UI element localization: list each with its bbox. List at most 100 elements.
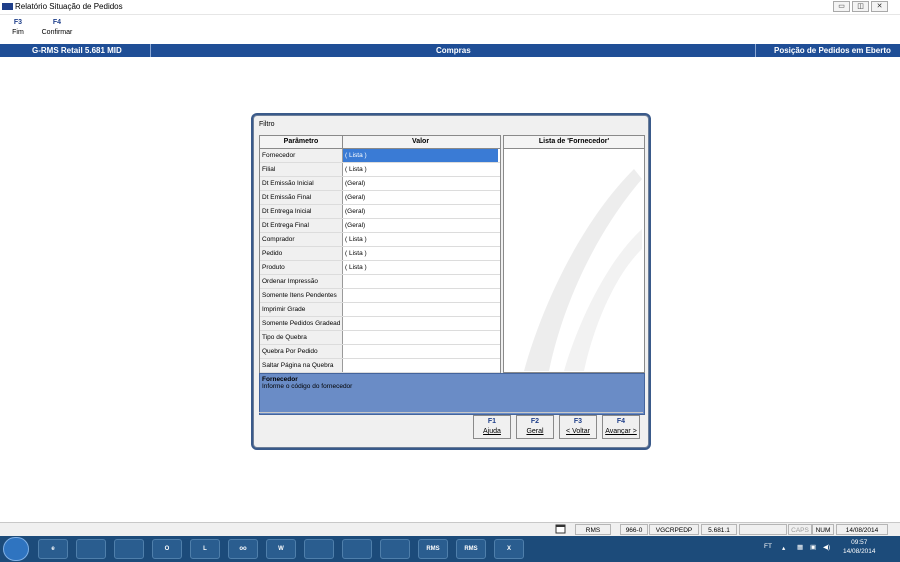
- table-row[interactable]: Fornecedor( Lista ): [260, 149, 500, 163]
- fkey-code: F4: [52, 19, 62, 26]
- voltar-button[interactable]: F3 < Voltar: [559, 415, 597, 439]
- update-icon[interactable]: [380, 539, 410, 559]
- parameter-name: Dt Entrega Final: [260, 219, 343, 232]
- param-column-header: Parâmetro: [260, 136, 343, 148]
- lync-icon[interactable]: L: [190, 539, 220, 559]
- parameter-value[interactable]: [343, 345, 498, 358]
- table-row[interactable]: Pedido( Lista ): [260, 247, 500, 261]
- avancar-button[interactable]: F4 Avançar >: [602, 415, 640, 439]
- parameter-value[interactable]: (Geral): [343, 191, 498, 204]
- table-row[interactable]: Somente Itens Pendentes: [260, 289, 500, 303]
- table-row[interactable]: Imprimir Grade: [260, 303, 500, 317]
- close-button[interactable]: ✕: [871, 1, 888, 12]
- excel-icon[interactable]: X: [494, 539, 524, 559]
- parameter-name: Comprador: [260, 233, 343, 246]
- background-watermark: [524, 169, 642, 371]
- parameter-value[interactable]: [343, 359, 498, 372]
- clock-date: 14/08/2014: [843, 548, 876, 555]
- parameter-value[interactable]: ( Lista ): [343, 149, 498, 162]
- parameter-value[interactable]: ( Lista ): [343, 247, 498, 260]
- parameter-name: Tipo de Quebra: [260, 331, 343, 344]
- table-row[interactable]: Somente Pedidos Gradead: [260, 317, 500, 331]
- screen-title: Posição de Pedidos em Eberto: [774, 46, 891, 55]
- maximize-button[interactable]: ◫: [852, 1, 869, 12]
- dialog-title: Filtro: [259, 121, 275, 128]
- table-row[interactable]: Dt Emissão Final (Geral): [260, 191, 500, 205]
- parameter-name: Somente Itens Pendentes: [260, 289, 343, 302]
- window-titlebar: Relatório Situação de Pedidos ▭ ◫ ✕: [0, 0, 900, 15]
- taskbar: e O Loo W RMS RMS X FT ▴ ▦ ▣ ◀) 09:57 14/08/20…: [0, 536, 900, 562]
- parameter-value[interactable]: (Geral): [343, 219, 498, 232]
- window-title: Relatório Situação de Pedidos: [15, 2, 123, 11]
- button-key: F4: [616, 418, 626, 425]
- geral-button[interactable]: F2 Geral: [516, 415, 554, 439]
- table-row[interactable]: Ordenar Impressão: [260, 275, 500, 289]
- parameter-value[interactable]: [343, 331, 498, 344]
- explorer-icon[interactable]: [76, 539, 106, 559]
- ajuda-button[interactable]: F1 Ajuda: [473, 415, 511, 439]
- parameter-value[interactable]: ( Lista ): [343, 261, 498, 274]
- word-icon[interactable]: W: [266, 539, 296, 559]
- grid-header: Parâmetro Valor: [260, 136, 500, 149]
- function-key-bar: F3 Fim F4 Confirmar: [0, 15, 900, 43]
- module-name: Compras: [436, 46, 471, 55]
- table-row[interactable]: Quebra Por Pedido: [260, 345, 500, 359]
- flag-icon[interactable]: ▣: [810, 543, 816, 551]
- parameter-value[interactable]: ( Lista ): [343, 233, 498, 246]
- grid-rows: Fornecedor( Lista ) Filial( Lista ) Dt Emi…: [260, 149, 500, 387]
- parameter-name: Imprimir Grade: [260, 303, 343, 316]
- status-system: RMS: [575, 524, 611, 535]
- start-button[interactable]: [3, 537, 29, 561]
- fkey-code: F3: [13, 19, 23, 26]
- tray-arrow-icon[interactable]: ▴: [782, 544, 785, 552]
- acrobat-icon[interactable]: [342, 539, 372, 559]
- table-row[interactable]: Filial( Lista ): [260, 163, 500, 177]
- parameter-value[interactable]: [343, 275, 498, 288]
- rms-icon[interactable]: RMS: [456, 539, 486, 559]
- parameter-value[interactable]: ( Lista ): [343, 163, 498, 176]
- caps-indicator: CAPS: [788, 524, 812, 535]
- volume-icon[interactable]: ◀): [823, 543, 830, 551]
- parameter-value[interactable]: (Geral): [343, 205, 498, 218]
- parameter-value[interactable]: [343, 303, 498, 316]
- parameter-value[interactable]: [343, 317, 498, 330]
- parameter-name: Quebra Por Pedido: [260, 345, 343, 358]
- parameter-name: Filial: [260, 163, 343, 176]
- dialog-button-row: F1 Ajuda F2 Geral F3 < Voltar F4 Avançar…: [259, 412, 643, 441]
- fim-button[interactable]: F3 Fim: [10, 19, 26, 36]
- outlook-icon[interactable]: O: [152, 539, 182, 559]
- button-label: < Voltar: [566, 428, 590, 435]
- status-date: 14/08/2014: [836, 524, 888, 535]
- table-row[interactable]: Dt Entrega Inicial (Geral): [260, 205, 500, 219]
- parameter-name: Dt Entrega Inicial: [260, 205, 343, 218]
- table-row[interactable]: Dt Emissão Inicial (Geral): [260, 177, 500, 191]
- fkey-label: Fim: [12, 29, 24, 36]
- table-row[interactable]: Saltar Página na Quebra: [260, 359, 500, 373]
- status-bar: RMS 966-0 VGCRPEDP 5.681.1 CAPS NUM 14/0…: [0, 522, 900, 537]
- parameter-name: Dt Emissão Inicial: [260, 177, 343, 190]
- table-row[interactable]: Tipo de Quebra: [260, 331, 500, 345]
- list-title: Lista de 'Fornecedor': [504, 136, 644, 149]
- parameter-name: Dt Emissão Final: [260, 191, 343, 204]
- supplier-list-panel[interactable]: Lista de 'Fornecedor': [503, 135, 645, 373]
- table-row[interactable]: Dt Entrega Final (Geral): [260, 219, 500, 233]
- filter-dialog: Filtro Parâmetro Valor Fornecedor( Lista…: [253, 115, 649, 448]
- status-version: 5.681.1: [701, 524, 737, 535]
- table-row[interactable]: Comprador( Lista ): [260, 233, 500, 247]
- parameter-value[interactable]: [343, 289, 498, 302]
- media-player-icon[interactable]: [114, 539, 144, 559]
- table-row[interactable]: Produto( Lista ): [260, 261, 500, 275]
- rms-icon[interactable]: RMS: [418, 539, 448, 559]
- confirmar-button[interactable]: F4 Confirmar: [38, 19, 76, 36]
- minimize-button[interactable]: ▭: [833, 1, 850, 12]
- help-title: Fornecedor: [262, 376, 298, 383]
- ie-icon[interactable]: e: [38, 539, 68, 559]
- app-icon[interactable]: [304, 539, 334, 559]
- network-icon[interactable]: ▦: [797, 543, 803, 551]
- button-key: F3: [573, 418, 583, 425]
- ie-settings-icon[interactable]: oo: [228, 539, 258, 559]
- clock[interactable]: 09:57 14/08/2014: [843, 538, 876, 556]
- parameter-value[interactable]: (Geral): [343, 177, 498, 190]
- button-key: F2: [530, 418, 540, 425]
- num-indicator: NUM: [812, 524, 834, 535]
